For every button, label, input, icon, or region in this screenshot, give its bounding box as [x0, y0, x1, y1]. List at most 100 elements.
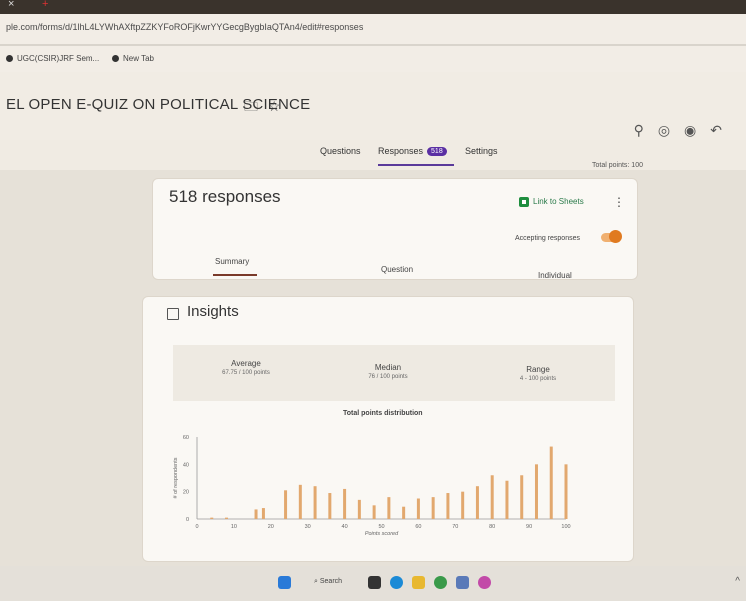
chrome-icon[interactable] — [434, 576, 447, 589]
y-axis-label: # of respondents — [173, 457, 179, 498]
distribution-bar — [416, 498, 420, 519]
taskbar-search[interactable]: ⌕ Search — [314, 578, 342, 586]
summary-active-indicator — [213, 274, 257, 276]
distribution-bar — [328, 493, 332, 519]
header-actions: ⚲◎◉↶ — [634, 122, 736, 139]
insights-icon — [167, 308, 179, 320]
total-points-label: Total points: 100 — [592, 162, 643, 169]
distribution-bar — [254, 509, 258, 519]
x-tick-label: 30 — [305, 524, 311, 530]
customize-theme-icon[interactable]: ⚲ — [634, 122, 658, 138]
x-tick-label: 100 — [561, 524, 570, 530]
x-axis-label: Points scored — [365, 531, 399, 537]
x-tick-label: 70 — [452, 524, 458, 530]
tab-strip: × + — [0, 0, 746, 14]
range-value: 4 - 100 points — [519, 376, 557, 382]
stats-summary-box: Average 67.75 / 100 points Median 76 / 1… — [173, 345, 615, 401]
average-label: Average — [231, 359, 261, 368]
screen: × + ple.com/forms/d/1lhL4LYWhAXftpZZKYFo… — [0, 0, 746, 601]
distribution-bar — [549, 446, 553, 519]
insights-card: Insights Average 67.75 / 100 points Medi… — [142, 296, 634, 562]
edge-browser-icon[interactable] — [390, 576, 403, 589]
subtab-individual[interactable]: Individual — [538, 271, 572, 280]
sheets-icon — [519, 197, 529, 207]
stat-range: Range 4 - 100 points — [473, 365, 603, 382]
palette-icon[interactable]: ◎ — [658, 122, 684, 138]
x-tick-label: 10 — [231, 524, 237, 530]
distribution-bar — [534, 464, 538, 519]
distribution-bar — [505, 480, 509, 519]
tab-questions[interactable]: Questions — [320, 146, 361, 156]
x-tick-label: 60 — [415, 524, 421, 530]
distribution-bar — [372, 505, 376, 519]
distribution-bar — [475, 486, 479, 519]
x-tick-label: 40 — [342, 524, 348, 530]
median-label: Median — [374, 363, 402, 372]
form-nav-tabs: Questions Responses 518 Settings Total po… — [0, 140, 746, 170]
windows-taskbar: ⌕ Search ^ — [0, 566, 746, 601]
link-to-sheets-label: Link to Sheets — [533, 197, 584, 207]
responses-count-badge: 518 — [427, 147, 447, 157]
distribution-bar — [225, 517, 229, 519]
windows-start-icon[interactable] — [278, 576, 291, 589]
tab-responses[interactable]: Responses 518 — [378, 146, 447, 157]
distribution-bar — [446, 493, 450, 519]
folder-icon[interactable]: 🗀 — [244, 98, 258, 114]
toggle-knob[interactable] — [609, 230, 622, 243]
more-options-icon[interactable]: ⋮ — [613, 195, 625, 209]
form-header: EL OPEN E-QUIZ ON POLITICAL SCIENCE 🗀 ☆ … — [0, 72, 746, 146]
y-tick-label: 0 — [186, 517, 189, 523]
responses-count-heading: 518 responses — [169, 187, 281, 206]
range-label: Range — [526, 365, 550, 374]
distribution-bar — [564, 464, 568, 519]
bookmark-new-tab[interactable]: New Tab — [112, 54, 154, 63]
points-distribution-chart: 0 20 40 60 0 10 20 30 40 50 60 70 80 90 100 Points scor… — [173, 435, 571, 537]
app-icon[interactable] — [478, 576, 491, 589]
distribution-bar — [343, 488, 347, 519]
stat-median: Median 76 / 100 points — [323, 363, 453, 380]
x-tick-label: 0 — [195, 524, 198, 530]
star-icon[interactable]: ☆ — [268, 98, 281, 114]
file-explorer-icon[interactable] — [412, 576, 425, 589]
subtab-summary[interactable]: Summary — [215, 257, 249, 266]
accepting-responses-label: Accepting responses — [515, 235, 580, 242]
distribution-bar — [357, 499, 361, 519]
task-view-icon[interactable] — [368, 576, 381, 589]
distribution-bar — [261, 508, 265, 519]
distribution-bar — [461, 491, 465, 519]
undo-icon[interactable]: ↶ — [710, 122, 736, 138]
tab-responses-label: Responses — [378, 146, 424, 156]
x-tick-label: 20 — [268, 524, 274, 530]
subtab-question[interactable]: Question — [381, 265, 413, 274]
address-bar[interactable]: ple.com/forms/d/1lhL4LYWhAXftpZZKYFoROFj… — [6, 22, 363, 32]
responses-summary-card: 518 responses Link to Sheets ⋮ Accepting… — [152, 178, 638, 280]
bookmark-ugc[interactable]: UGC(CSIR)JRF Sem... — [6, 54, 99, 63]
stat-average: Average 67.75 / 100 points — [181, 359, 311, 376]
close-tab-icon[interactable]: × — [8, 0, 14, 10]
distribution-bar — [387, 497, 391, 519]
distribution-bar — [313, 486, 317, 519]
y-tick-label: 40 — [183, 462, 189, 468]
bookmarks-bar: UGC(CSIR)JRF Sem... New Tab — [0, 46, 746, 72]
system-tray-caret-icon[interactable]: ^ — [735, 576, 740, 587]
preview-eye-icon[interactable]: ◉ — [684, 122, 710, 138]
taskbar-search-label: Search — [319, 578, 343, 585]
bookmark-ugc-label: UGC(CSIR)JRF Sem... — [17, 54, 100, 63]
globe-icon — [112, 55, 119, 63]
store-icon[interactable] — [456, 576, 469, 589]
insights-title: Insights — [187, 303, 239, 320]
average-value: 67.75 / 100 points — [222, 370, 270, 376]
distribution-bar — [284, 490, 288, 519]
link-to-sheets-button[interactable]: Link to Sheets — [519, 197, 584, 207]
active-tab-indicator — [378, 164, 454, 166]
y-tick-label: 20 — [183, 490, 189, 496]
tab-settings[interactable]: Settings — [465, 146, 498, 156]
x-tick-label: 50 — [378, 524, 384, 530]
new-tab-icon[interactable]: + — [42, 0, 48, 10]
distribution-bar — [520, 475, 524, 519]
title-icon-group: 🗀 ☆ — [244, 96, 280, 120]
y-tick-label: 60 — [183, 435, 189, 441]
browser-top-bar: × + ple.com/forms/d/1lhL4LYWhAXftpZZKYFo… — [0, 0, 746, 44]
bookmark-icon — [6, 55, 13, 63]
bookmark-new-tab-label: New Tab — [123, 54, 154, 63]
